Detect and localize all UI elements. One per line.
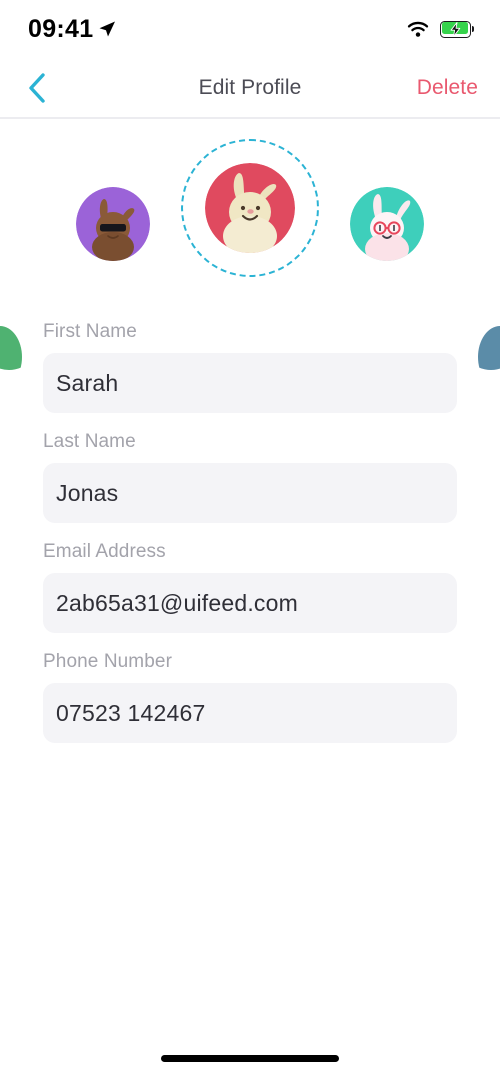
lightning-bolt-icon	[450, 21, 461, 37]
phone-number-label: Phone Number	[43, 651, 172, 672]
status-bar: 09:41	[0, 0, 500, 58]
nav-divider	[0, 117, 500, 119]
field-email-address: Email Address	[0, 541, 500, 633]
battery-charging-icon	[440, 20, 475, 38]
email-address-label: Email Address	[43, 541, 166, 562]
phone-number-input[interactable]	[43, 683, 457, 743]
last-name-label: Last Name	[43, 431, 136, 452]
location-arrow-icon	[99, 21, 116, 37]
bunny-cream-illustration	[205, 163, 295, 253]
bunny-glasses-illustration	[350, 187, 424, 261]
navigation-bar: Edit Profile Delete	[0, 58, 500, 117]
field-phone-number: Phone Number	[0, 651, 500, 743]
first-name-input[interactable]	[43, 353, 457, 413]
last-name-input[interactable]	[43, 463, 457, 523]
status-bar-left: 09:41	[28, 14, 116, 43]
home-indicator[interactable]	[161, 1055, 339, 1062]
avatar-teal-glasses-bunny[interactable]	[350, 187, 424, 261]
avatar-red-cream-bunny[interactable]	[205, 163, 295, 253]
field-last-name: Last Name	[0, 431, 500, 523]
status-bar-right	[407, 20, 475, 38]
avatar-carousel[interactable]	[0, 126, 500, 370]
status-time: 09:41	[28, 14, 94, 43]
profile-form: First Name Last Name Email Address Phone…	[0, 321, 500, 761]
wifi-icon	[407, 21, 429, 37]
delete-button[interactable]: Delete	[417, 76, 478, 100]
first-name-label: First Name	[43, 321, 137, 342]
email-address-input[interactable]	[43, 573, 457, 633]
avatar-purple-sunglasses-bunny[interactable]	[76, 187, 150, 261]
edit-profile-screen: 09:41 Edit Profile Delete First Name Sar…	[0, 0, 500, 1080]
field-first-name: First Name	[0, 321, 500, 413]
bunny-sunglasses-illustration	[76, 187, 150, 261]
